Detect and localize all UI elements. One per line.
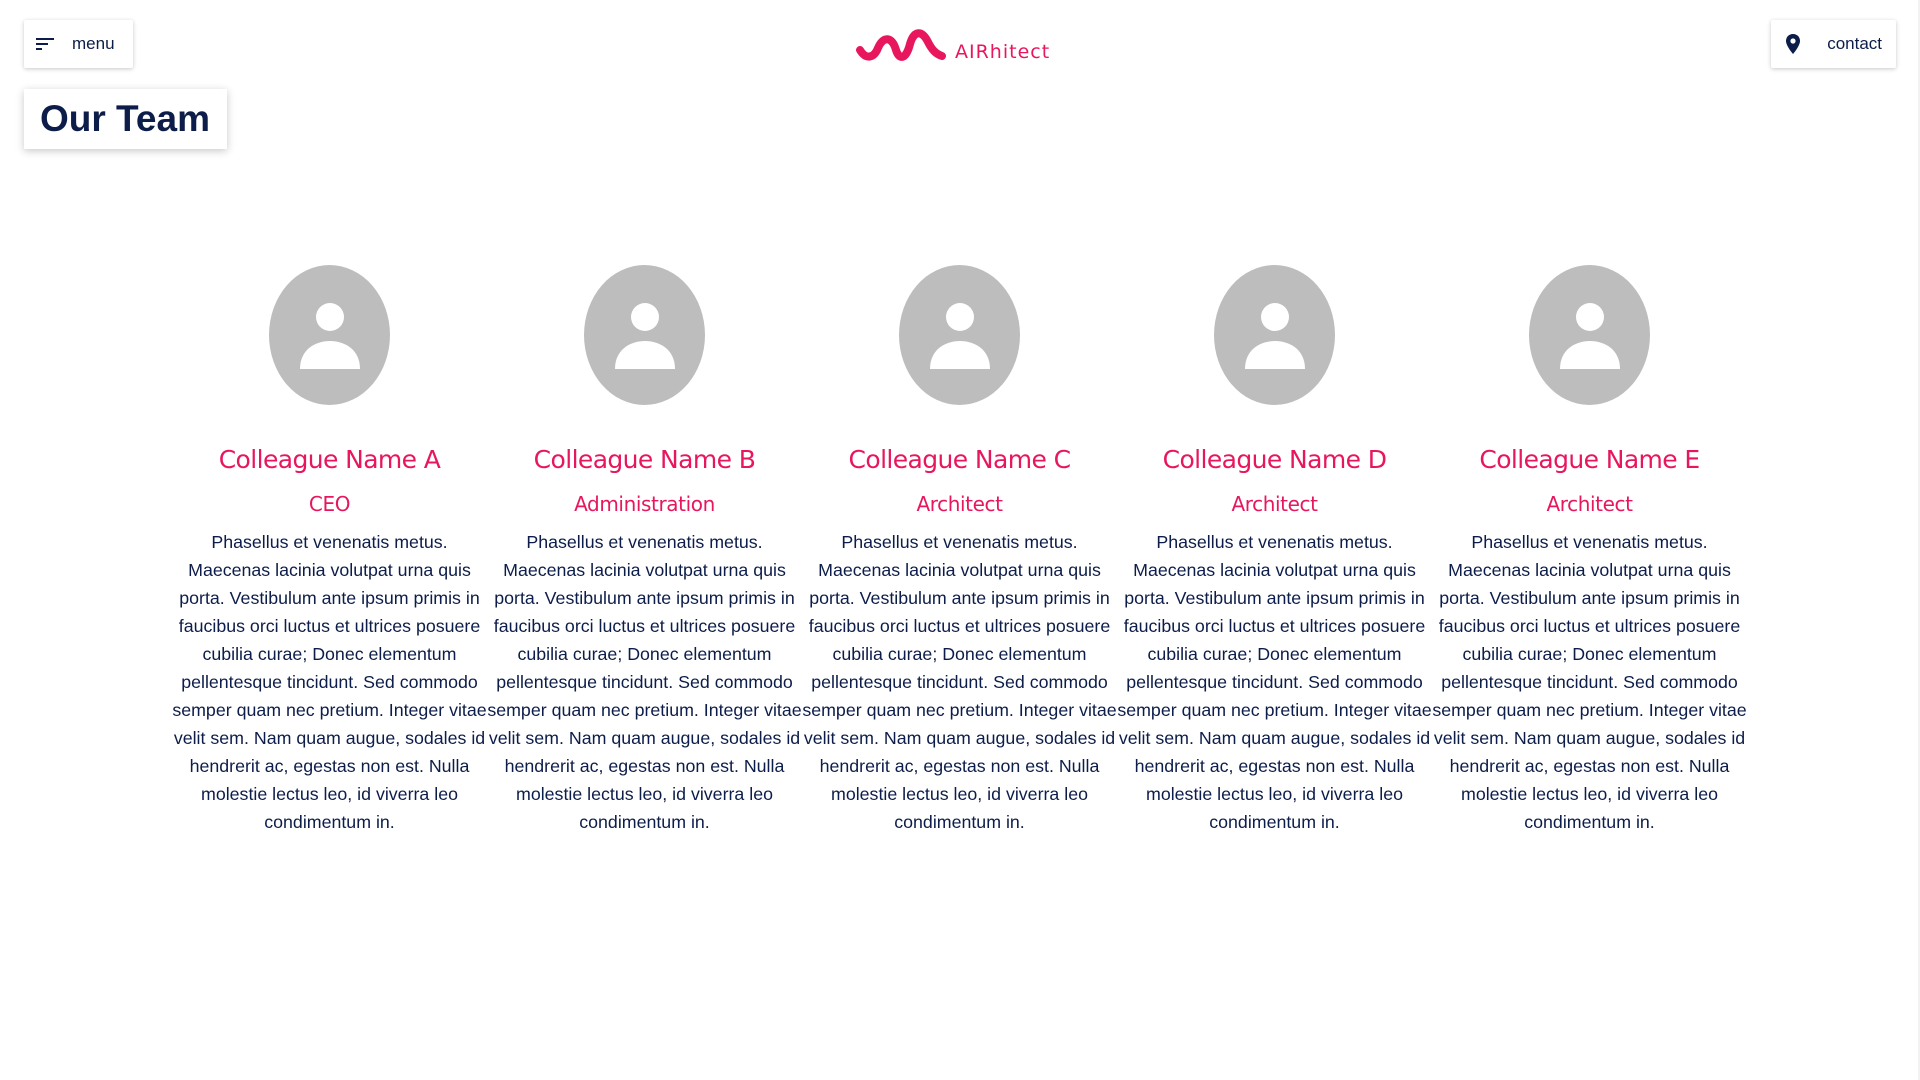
person-icon bbox=[614, 303, 675, 369]
menu-button[interactable]: menu bbox=[24, 20, 133, 68]
team-member-card: Colleague Name B Administration Phasellu… bbox=[487, 265, 802, 836]
team-grid: Colleague Name A CEO Phasellus et venena… bbox=[172, 265, 1747, 836]
person-icon bbox=[1244, 303, 1305, 369]
team-member-card: Colleague Name D Architect Phasellus et … bbox=[1117, 265, 1432, 836]
member-name: Colleague Name A bbox=[218, 445, 441, 474]
member-name: Colleague Name D bbox=[1162, 445, 1387, 474]
sort-icon bbox=[34, 33, 56, 55]
contact-label: contact bbox=[1827, 34, 1882, 53]
member-bio: Phasellus et venenatis metus. Maecenas l… bbox=[172, 532, 487, 832]
member-role: Architect bbox=[1231, 492, 1318, 516]
team-member-card: Colleague Name E Architect Phasellus et … bbox=[1432, 265, 1747, 836]
avatar bbox=[269, 265, 390, 405]
team-member-card: Colleague Name C Architect Phasellus et … bbox=[802, 265, 1117, 836]
avatar bbox=[1529, 265, 1650, 405]
menu-label: menu bbox=[72, 34, 115, 53]
person-icon bbox=[299, 303, 360, 369]
member-bio: Phasellus et venenatis metus. Maecenas l… bbox=[1432, 532, 1747, 832]
person-icon bbox=[929, 303, 990, 369]
page-title-box: Our Team bbox=[24, 89, 227, 149]
member-name: Colleague Name C bbox=[848, 445, 1072, 474]
member-role: Architect bbox=[1546, 492, 1633, 516]
team-page: menu AIRhitect contact Our Team Colleagu… bbox=[0, 0, 1920, 1080]
member-role: CEO bbox=[308, 492, 351, 516]
member-bio: Phasellus et venenatis metus. Maecenas l… bbox=[802, 532, 1117, 832]
avatar bbox=[899, 265, 1020, 405]
contact-button[interactable]: contact bbox=[1771, 20, 1896, 68]
logo-text: AIRhitect bbox=[955, 41, 1051, 63]
avatar bbox=[584, 265, 705, 405]
team-member-card: Colleague Name A CEO Phasellus et venena… bbox=[172, 265, 487, 836]
person-icon bbox=[1559, 303, 1620, 369]
wave-logo-icon bbox=[856, 29, 946, 61]
member-role: Administration bbox=[574, 492, 715, 516]
member-role: Architect bbox=[916, 492, 1003, 516]
site-logo[interactable]: AIRhitect bbox=[856, 24, 1050, 64]
member-bio: Phasellus et venenatis metus. Maecenas l… bbox=[487, 532, 802, 832]
member-name: Colleague Name E bbox=[1479, 445, 1700, 474]
member-bio: Phasellus et venenatis metus. Maecenas l… bbox=[1117, 532, 1432, 832]
avatar bbox=[1214, 265, 1335, 405]
page-title: Our Team bbox=[40, 98, 210, 139]
location-pin-icon bbox=[1781, 32, 1805, 56]
member-name: Colleague Name B bbox=[533, 445, 756, 474]
